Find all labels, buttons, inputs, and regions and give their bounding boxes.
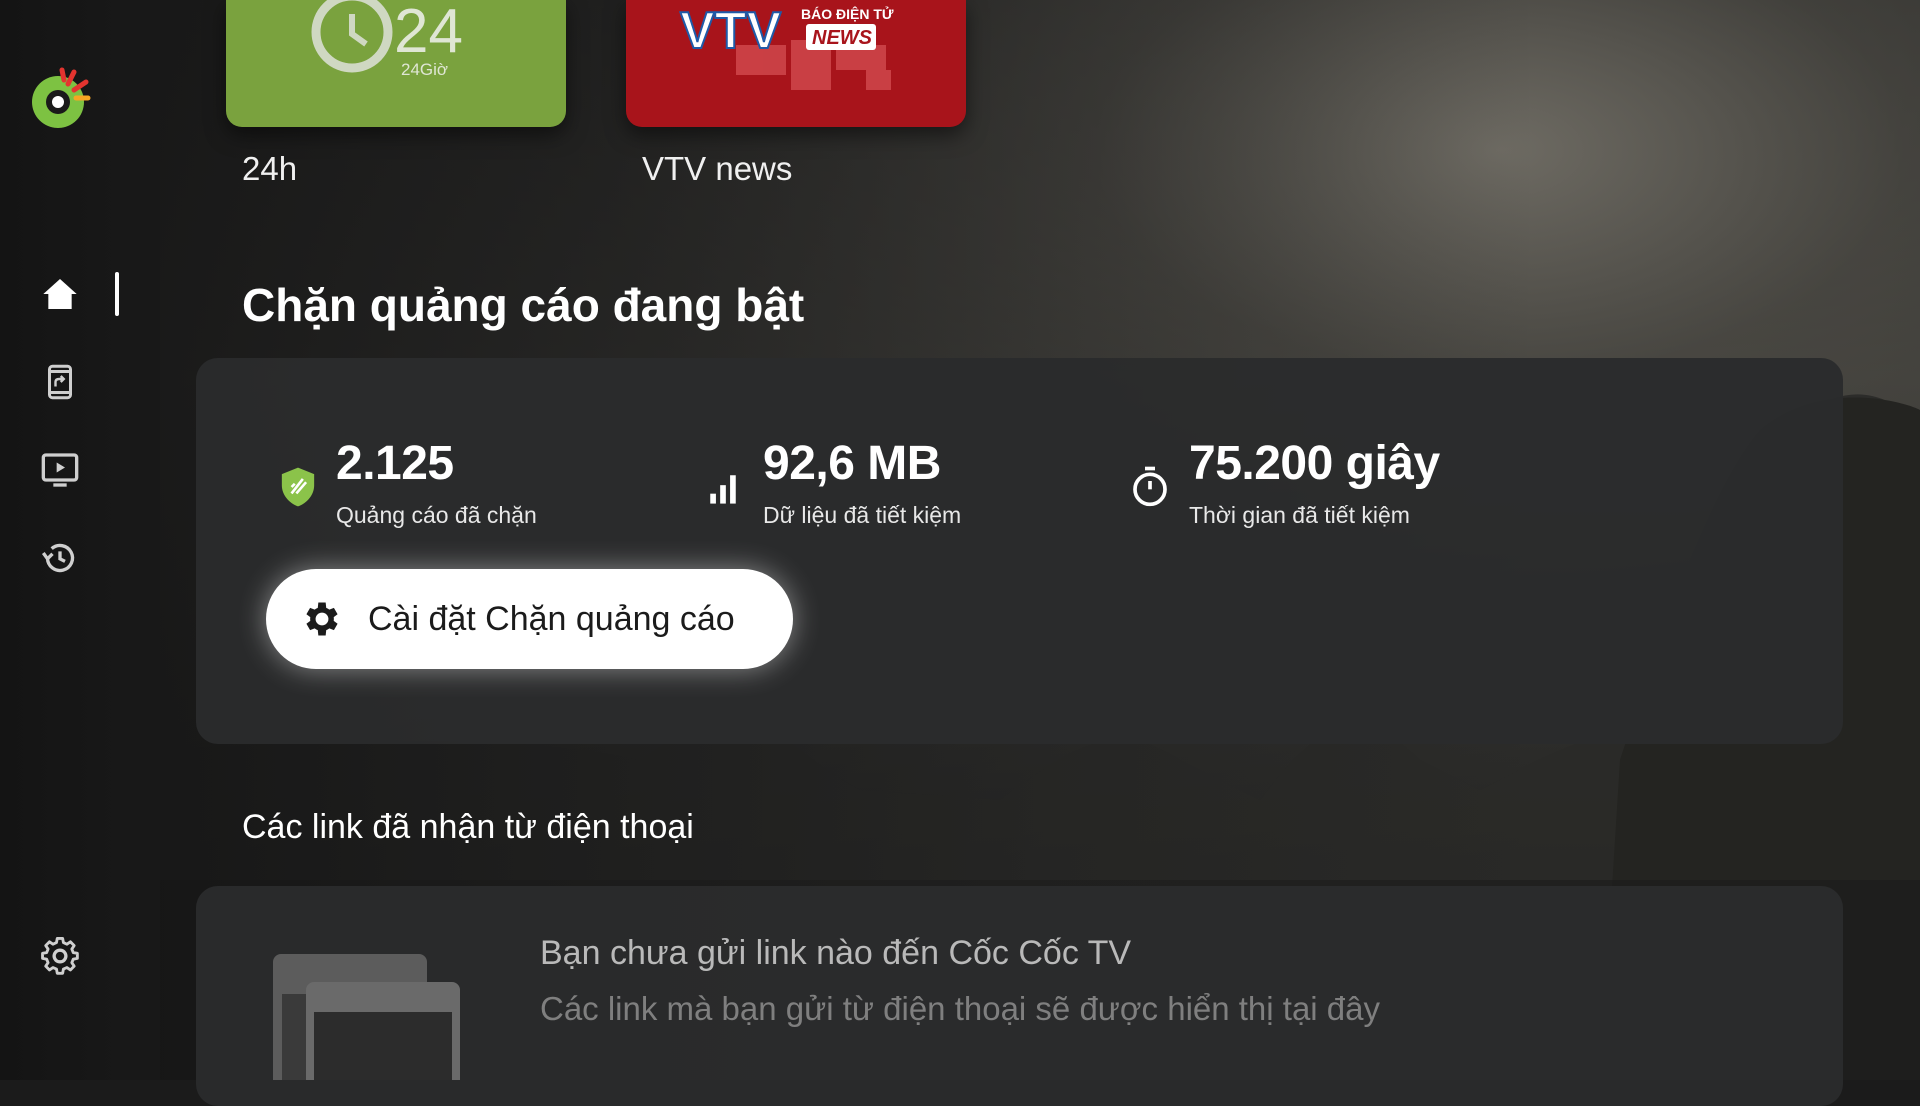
active-nav-indicator: [115, 272, 119, 316]
sidebar-item-home[interactable]: [38, 272, 82, 316]
phone-share-icon: [48, 364, 72, 400]
stopwatch-icon: [1133, 466, 1167, 507]
adblock-section-title: Chặn quảng cáo đang bật: [242, 279, 805, 331]
shortcut-tile-vtv-news[interactable]: VTV BÁO ĐIỆN TỬ NEWS: [626, 0, 966, 127]
stat-ads-blocked-label: Quảng cáo đã chặn: [336, 502, 537, 528]
stat-time-saved-value: 75.200 giây: [1189, 437, 1440, 490]
stat-data-saved-value: 92,6 MB: [763, 437, 941, 490]
shortcut-tile-24h[interactable]: 24 24Giờ: [226, 0, 566, 127]
stat-time-saved: 75.200 giây Thời gian đã tiết kiệm: [1189, 440, 1440, 529]
svg-text:24: 24: [394, 0, 463, 66]
empty-links-title: Bạn chưa gửi link nào đến Cốc Cốc TV: [540, 934, 1132, 972]
sidebar-item-tv[interactable]: [38, 448, 82, 492]
vtv-news-logo: VTV BÁO ĐIỆN TỬ NEWS: [679, 1, 894, 90]
home-icon: [43, 279, 77, 309]
24h-logo: 24 24Giờ: [311, 0, 463, 79]
history-icon: [41, 543, 75, 573]
tv-play-icon: [41, 453, 79, 487]
stat-data-saved-label: Dữ liệu đã tiết kiệm: [763, 502, 962, 528]
adblock-settings-button-label: Cài đặt Chặn quảng cáo: [368, 599, 735, 638]
adblock-card: [196, 358, 1843, 744]
shortcut-label-24h: 24h: [242, 150, 298, 187]
adblock-settings-button[interactable]: Cài đặt Chặn quảng cáo: [266, 569, 793, 669]
stat-ads-blocked-value: 2.125: [336, 437, 454, 490]
empty-links-illustration: [273, 954, 460, 1080]
svg-text:BÁO ĐIỆN TỬ: BÁO ĐIỆN TỬ: [801, 5, 894, 22]
stat-ads-blocked: 2.125 Quảng cáo đã chặn: [336, 440, 537, 529]
stat-time-saved-label: Thời gian đã tiết kiệm: [1189, 502, 1410, 528]
svg-text:VTV: VTV: [680, 2, 781, 60]
signal-bars-icon: [710, 475, 736, 504]
sidebar-item-phone-links[interactable]: [38, 360, 82, 404]
coccoc-logo[interactable]: [28, 66, 92, 130]
gear-icon: [306, 602, 338, 636]
links-section-title: Các link đã nhận từ điện thoại: [242, 808, 694, 846]
svg-text:24Giờ: 24Giờ: [401, 60, 448, 79]
stat-data-saved: 92,6 MB Dữ liệu đã tiết kiệm: [763, 440, 961, 529]
shield-icon: [281, 467, 315, 507]
gear-icon: [41, 937, 79, 975]
svg-text:NEWS: NEWS: [812, 27, 873, 49]
shortcut-label-vtv-news: VTV news: [642, 150, 793, 187]
empty-links-subtitle: Các link mà bạn gửi từ điện thoại sẽ đượ…: [540, 990, 1381, 1027]
sidebar-item-history[interactable]: [38, 536, 82, 580]
sidebar-settings-button[interactable]: [38, 934, 82, 978]
sidebar: [0, 0, 160, 1080]
